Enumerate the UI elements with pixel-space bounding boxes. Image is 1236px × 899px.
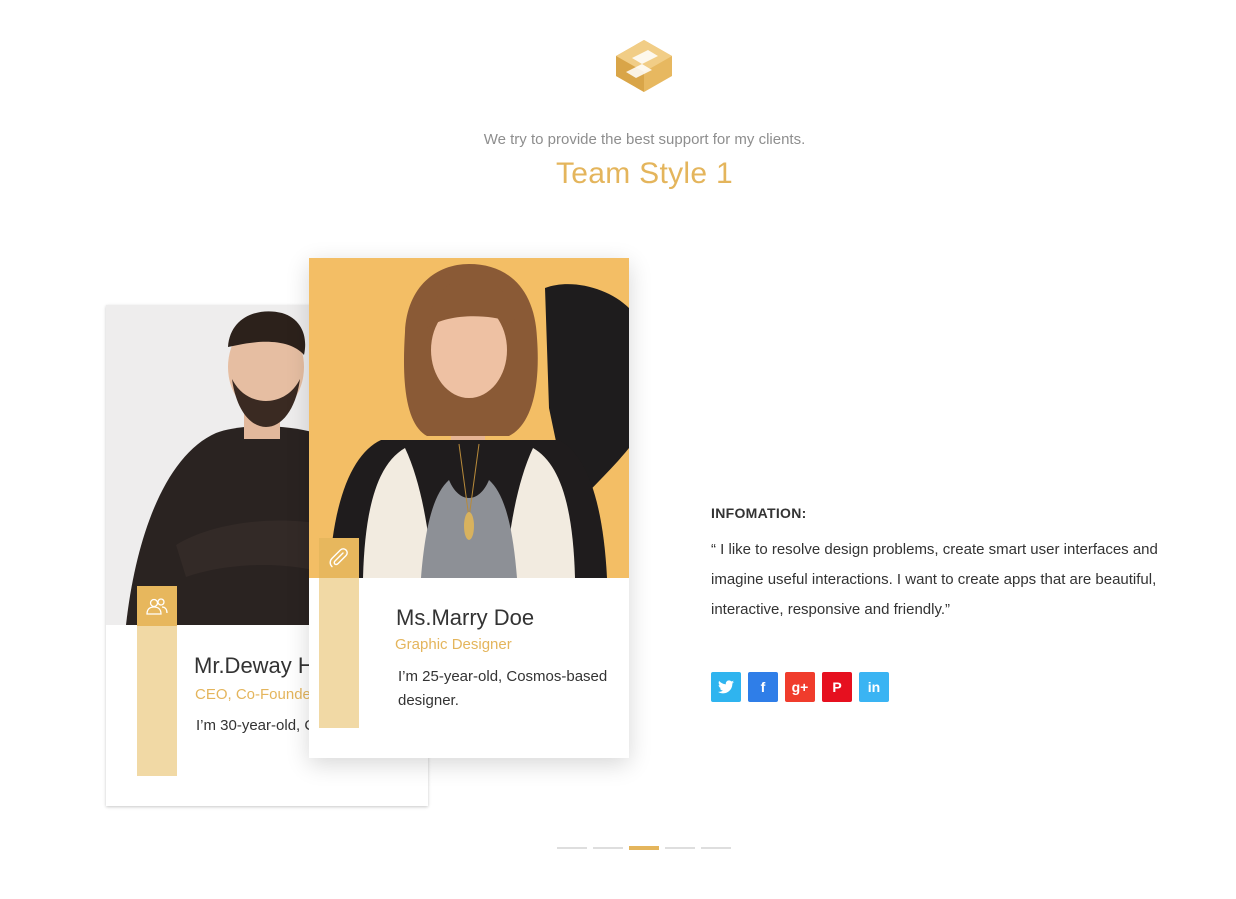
brand-logo-icon (612, 38, 676, 94)
linkedin-icon[interactable]: in (859, 672, 889, 702)
section-subtitle: We try to provide the best support for m… (483, 131, 806, 148)
team-member-photo (309, 258, 629, 578)
carousel-dot[interactable] (557, 847, 587, 849)
google-plus-icon[interactable]: g+ (785, 672, 815, 702)
card-accent-strip (319, 538, 359, 728)
team-card-marry[interactable]: Ms.Marry Doe Graphic Designer I’m 25-yea… (309, 258, 629, 758)
carousel-dot-active[interactable] (629, 846, 659, 850)
carousel-pagination (557, 846, 731, 850)
carousel-dot[interactable] (593, 847, 623, 849)
card-accent-strip (137, 586, 177, 776)
section-title: Team Style 1 (555, 157, 733, 190)
pinterest-icon[interactable]: P (822, 672, 852, 702)
carousel-dot[interactable] (665, 847, 695, 849)
team-member-name: Ms.Marry Doe (396, 605, 535, 630)
team-member-description: I’m 25-year-old, Cosmos-based designer. (398, 668, 608, 709)
users-icon (137, 586, 177, 626)
facebook-icon[interactable]: f (748, 672, 778, 702)
carousel-dot[interactable] (701, 847, 731, 849)
twitter-icon[interactable] (711, 672, 741, 702)
info-heading: INFOMATION: (711, 505, 807, 521)
team-member-role: Graphic Designer (395, 636, 512, 653)
team-member-role: CEO, Co-Founder (195, 686, 316, 703)
paperclip-icon (319, 538, 359, 578)
info-quote: “ I like to resolve design problems, cre… (711, 541, 1158, 618)
social-links: f g+ P in (711, 672, 889, 702)
team-member-name: Mr.Deway H (194, 653, 314, 678)
